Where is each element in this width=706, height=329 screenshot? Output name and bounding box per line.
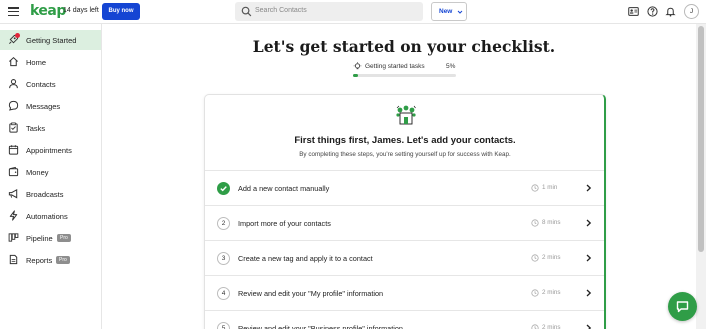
search-icon	[241, 6, 252, 17]
card-subtitle: By completing these steps, you're settin…	[299, 151, 511, 158]
card-title: First things first, James. Let's add you…	[294, 135, 516, 146]
sidebar: Getting Started Home Contacts Messages T…	[0, 24, 102, 329]
sidebar-item-label: Appointments	[26, 146, 72, 155]
clock-icon	[531, 219, 539, 227]
megaphone-icon	[8, 188, 18, 199]
chevron-right-icon[interactable]	[585, 289, 592, 297]
task-label: Add a new contact manually	[238, 184, 330, 193]
sidebar-item-appointments[interactable]: Appointments	[0, 140, 101, 160]
new-button-label: New	[439, 8, 453, 15]
sidebar-item-label: Money	[26, 168, 49, 177]
wallet-icon	[8, 166, 19, 177]
task-step-number: 3	[217, 252, 230, 265]
checklist-task-row[interactable]: 2 Import more of your contacts 8 mins	[205, 205, 604, 240]
notification-dot	[15, 33, 20, 38]
task-duration: 2 mins	[542, 254, 561, 261]
checklist-task-row[interactable]: 3 Create a new tag and apply it to a cont…	[205, 240, 604, 275]
trial-remaining-text: 14 days left	[63, 7, 99, 14]
task-duration: 8 mins	[542, 219, 561, 226]
sidebar-item-label: Home	[26, 58, 47, 67]
page-title: Let's get started on your checklist.	[252, 37, 556, 56]
clock-icon	[531, 254, 539, 262]
chevron-down-icon	[457, 10, 463, 14]
progress-percent: 5%	[446, 63, 456, 70]
sidebar-item-getting-started[interactable]: Getting Started	[0, 30, 101, 50]
bolt-icon	[9, 210, 18, 221]
sidebar-item-label: Getting Started	[26, 36, 77, 45]
clock-icon	[531, 289, 539, 297]
main-content: Let's get started on your checklist. Get…	[102, 24, 696, 329]
task-step-number: 4	[217, 287, 230, 300]
task-step-number: 2	[217, 217, 230, 230]
task-duration: 2 mins	[542, 289, 561, 296]
task-duration: 1 min	[542, 184, 558, 191]
sidebar-item-tasks[interactable]: Tasks	[0, 118, 101, 138]
sidebar-item-contacts[interactable]: Contacts	[0, 74, 101, 94]
checklist-task-row[interactable]: 4 Review and edit your "My profile" infor…	[205, 275, 604, 310]
top-bar: keap 14 days left Buy now Search Contact…	[0, 0, 706, 24]
chevron-right-icon[interactable]	[585, 184, 592, 192]
checklist-task-row[interactable]: 5 Review and edit your "Business profile"…	[205, 310, 604, 329]
task-label: Create a new tag and apply it to a conta…	[238, 254, 373, 263]
sidebar-item-label: Messages	[26, 102, 61, 111]
contacts-illustration-icon	[396, 105, 416, 125]
chat-bubble-icon	[8, 100, 19, 111]
calendar-icon	[8, 145, 19, 155]
progress-bar	[353, 74, 456, 77]
scrollbar-thumb[interactable]	[698, 26, 704, 252]
new-button[interactable]: New	[431, 2, 467, 21]
buy-now-button[interactable]: Buy now	[102, 3, 140, 20]
sidebar-item-money[interactable]: Money	[0, 162, 101, 182]
chevron-right-icon[interactable]	[585, 324, 592, 329]
progress-fill	[353, 74, 359, 77]
sidebar-item-reports[interactable]: Reports Pro	[0, 250, 101, 270]
progress-label: Getting started tasks	[365, 63, 425, 70]
sidebar-item-label: Contacts	[26, 80, 56, 89]
clock-icon	[531, 324, 539, 329]
check-icon	[217, 182, 230, 195]
task-label: Import more of your contacts	[238, 219, 331, 228]
report-icon	[9, 254, 18, 265]
sidebar-item-label: Automations	[26, 212, 68, 221]
sidebar-item-pipeline[interactable]: Pipeline Pro	[0, 228, 101, 248]
help-icon[interactable]	[647, 6, 658, 17]
chevron-right-icon[interactable]	[585, 219, 592, 227]
sidebar-item-automations[interactable]: Automations	[0, 206, 101, 226]
search-placeholder: Search Contacts	[255, 7, 307, 14]
task-duration: 2 mins	[542, 324, 561, 329]
sidebar-item-broadcasts[interactable]: Broadcasts	[0, 184, 101, 204]
sidebar-item-messages[interactable]: Messages	[0, 96, 101, 116]
task-step-number: 5	[217, 322, 230, 329]
keap-logo[interactable]: keap	[30, 3, 66, 19]
avatar[interactable]: J	[684, 4, 699, 19]
task-label: Review and edit your "My profile" inform…	[238, 289, 384, 298]
lightbulb-icon	[353, 62, 362, 70]
clipboard-icon	[9, 122, 18, 133]
checklist-task-row[interactable]: Add a new contact manually 1 min	[205, 170, 604, 205]
task-label: Review and edit your "Business profile" …	[238, 324, 403, 329]
sidebar-item-label: Pipeline	[26, 234, 53, 243]
sidebar-item-label: Reports	[26, 256, 53, 265]
sidebar-item-label: Broadcasts	[26, 190, 64, 199]
home-icon	[9, 56, 18, 67]
search-input[interactable]: Search Contacts	[235, 2, 423, 21]
contact-card-icon[interactable]	[628, 6, 639, 17]
sidebar-item-label: Tasks	[26, 124, 46, 133]
pro-badge: Pro	[56, 256, 70, 264]
pro-badge: Pro	[57, 234, 71, 242]
clock-icon	[531, 184, 539, 192]
bell-icon[interactable]	[665, 6, 676, 17]
chat-icon	[676, 301, 689, 313]
checklist-card: First things first, James. Let's add you…	[204, 94, 606, 329]
pipeline-icon	[8, 233, 19, 242]
chat-support-button[interactable]	[668, 292, 697, 321]
scrollbar[interactable]	[696, 24, 706, 329]
menu-icon[interactable]	[8, 7, 19, 17]
sidebar-item-home[interactable]: Home	[0, 52, 101, 72]
chevron-right-icon[interactable]	[585, 254, 592, 262]
person-icon	[9, 79, 18, 89]
